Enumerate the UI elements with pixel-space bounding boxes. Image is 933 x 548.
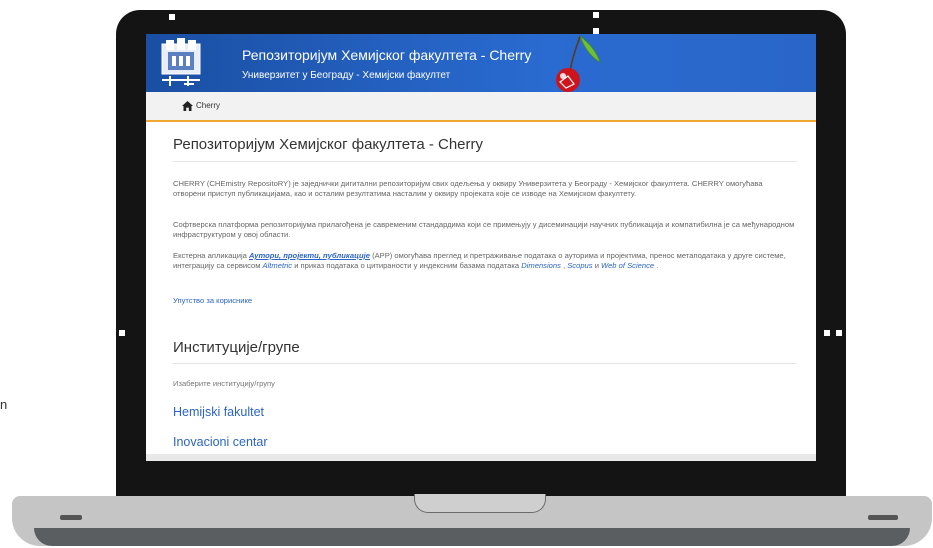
stray-character: n [0, 397, 8, 412]
site-title[interactable]: Репозиторијум Хемијског факултета - Cher… [242, 47, 531, 63]
institutions-hint: Изаберите институцију/групу [173, 379, 275, 388]
app-paragraph: Екстерна апликација Аутори, пројекти, пу… [173, 251, 797, 270]
resize-handle[interactable] [824, 330, 830, 336]
conjunction-text: и [592, 260, 602, 270]
app-text-before: Екстерна апликација [173, 251, 249, 260]
platform-text: Софтверска платформа репозиторијума прил… [173, 220, 795, 239]
institutions-title: Институције/групе [173, 339, 300, 356]
dimensions-link[interactable]: Dimensions [521, 261, 561, 270]
resize-handle[interactable] [119, 330, 125, 336]
laptop-foot-left [60, 515, 82, 520]
home-icon[interactable] [182, 101, 193, 111]
resize-handle[interactable] [836, 330, 842, 336]
user-guide-link[interactable]: Упутство за кориснике [173, 296, 252, 305]
institution-link-inovacioni-centar[interactable]: Inovacioni centar [173, 435, 268, 449]
resize-handle[interactable] [593, 12, 599, 18]
app-link[interactable]: Аутори, пројекти, публикације [249, 251, 370, 260]
resize-handle[interactable] [169, 14, 175, 20]
scopus-link[interactable]: Scopus [567, 261, 592, 270]
content-footer-edge [146, 454, 816, 461]
title-divider [173, 161, 797, 162]
platform-paragraph: Софтверска платформа репозиторијума прил… [173, 220, 797, 239]
app-text-mid2: и приказ података о цитираности у индекс… [292, 260, 522, 270]
intro-paragraph: CHERRY (CHEmistry RepositoRY) је заједни… [173, 179, 797, 198]
institutions-divider [173, 363, 797, 364]
breadcrumb: Cherry [146, 92, 816, 122]
browser-screen: Репозиторијум Хемијског факултета - Cher… [146, 34, 816, 461]
page-title: Репозиторијум Хемијског факултета - Cher… [173, 136, 483, 153]
breadcrumb-item-cherry[interactable]: Cherry [196, 101, 220, 110]
laptop-hinge [414, 494, 546, 513]
site-header: Репозиторијум Хемијског факултета - Cher… [146, 34, 816, 92]
laptop-base-shadow [34, 528, 910, 546]
institution-link-hemijski-fakultet[interactable]: Hemijski fakultet [173, 405, 264, 419]
cherry-icon [556, 34, 601, 92]
university-crest-logo[interactable] [158, 38, 204, 88]
laptop-foot-right [868, 515, 898, 520]
site-subtitle: Универзитет у Београду - Хемијски факулт… [242, 70, 451, 81]
app-text-end: . [654, 260, 659, 270]
web-of-science-link[interactable]: Web of Science [601, 261, 654, 270]
intro-text: CHERRY (CHEmistry RepositoRY) је заједни… [173, 179, 763, 198]
altmetric-link[interactable]: Altmetric [263, 261, 293, 270]
